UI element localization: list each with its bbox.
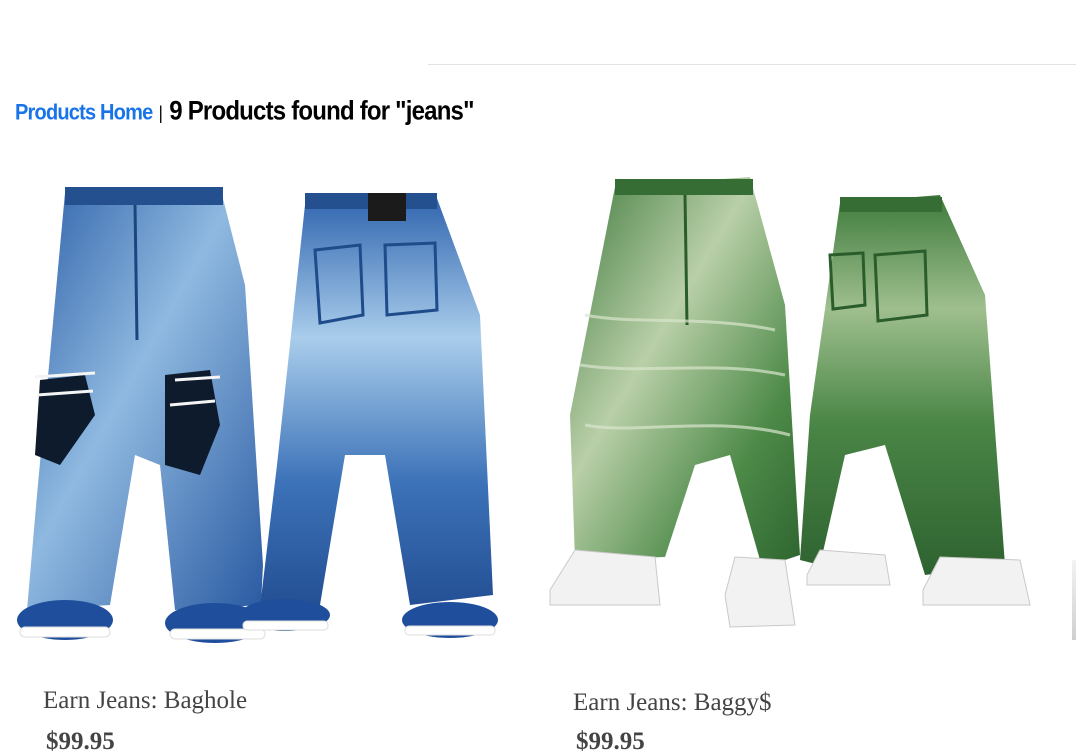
- breadcrumb-separator: |: [158, 103, 163, 123]
- product-image[interactable]: [15, 165, 500, 655]
- breadcrumb: Products Home | 9 Products found for "je…: [15, 96, 474, 138]
- product-image[interactable]: [545, 165, 1035, 655]
- header-divider: [428, 64, 1076, 65]
- products-home-link[interactable]: Products Home: [15, 101, 153, 127]
- blue-distressed-jeans-illustration: [17, 187, 498, 643]
- next-product-image-edge: [1072, 560, 1076, 640]
- product-name[interactable]: Earn Jeans: Baggy$: [573, 689, 772, 717]
- product-card[interactable]: Earn Jeans: Baghole $99.95: [15, 165, 500, 755]
- product-price: $99.95: [576, 728, 645, 755]
- product-price: $99.95: [46, 728, 115, 755]
- product-card[interactable]: Earn Jeans: Baggy$ $99.95: [545, 165, 1035, 755]
- search-result-count: 9 Products found for "jeans": [169, 96, 474, 127]
- product-name[interactable]: Earn Jeans: Baghole: [43, 687, 247, 715]
- green-washed-jeans-illustration: [549, 177, 1031, 628]
